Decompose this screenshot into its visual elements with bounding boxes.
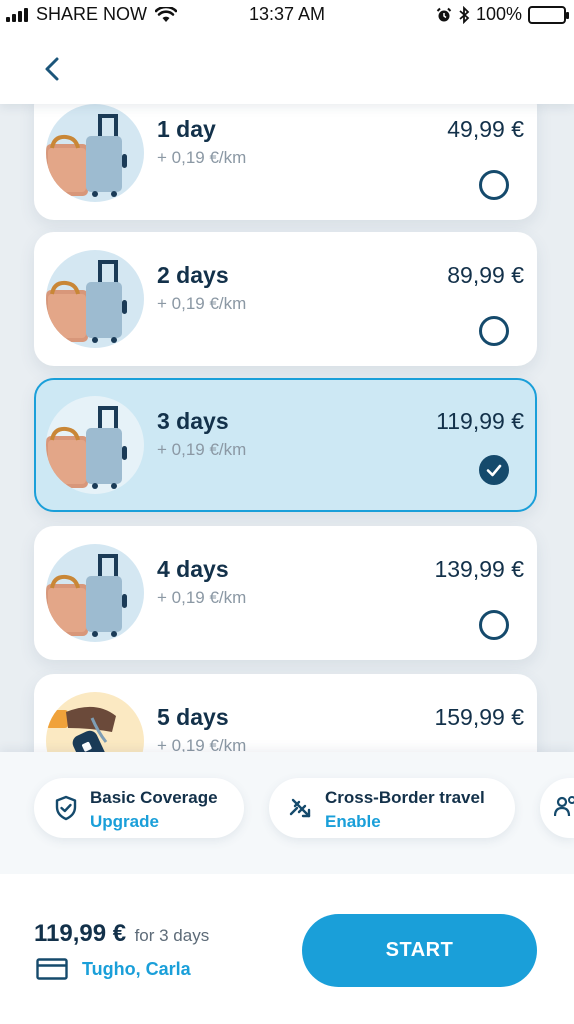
header [0,30,574,104]
package-km-rate: + 0,19 €/km [157,588,247,607]
package-km-rate: + 0,19 €/km [157,440,247,459]
payment-name: Tugho, Carla [82,958,191,979]
package-title: 4 days [157,556,229,582]
cross-border-title: Cross-Border travel [325,788,485,807]
coverage-chip[interactable]: Basic Coverage Upgrade [34,778,244,838]
package-title: 2 days [157,262,229,288]
package-radio-checked[interactable] [479,455,509,485]
package-title: 5 days [157,704,229,730]
package-card-2-days[interactable]: 2 days + 0,19 €/km 89,99 € [34,232,537,366]
cross-border-enable-link[interactable]: Enable [325,812,381,832]
luggage-icon [46,544,144,642]
package-card-5-days[interactable]: 5 days + 0,19 €/km 159,99 € [34,674,537,752]
bluetooth-icon [459,5,470,24]
package-radio[interactable] [479,170,509,200]
border-crossing-icon [289,798,311,818]
package-radio[interactable] [479,316,509,346]
package-price: 119,99 € [436,408,524,434]
options-bar: Basic Coverage Upgrade Cross-Border trav… [0,752,574,874]
status-right: 100% [436,4,569,25]
battery-percent: 100% [475,4,522,24]
package-km-rate: + 0,19 €/km [157,294,247,313]
start-button[interactable]: START [302,914,537,987]
car-key-icon [46,692,144,752]
shield-check-icon [55,795,77,821]
package-card-3-days[interactable]: 3 days + 0,19 €/km 119,99 € [34,378,537,512]
cross-border-chip[interactable]: Cross-Border travel Enable [269,778,515,838]
package-km-rate: + 0,19 €/km [157,736,247,752]
package-km-rate: + 0,19 €/km [157,148,247,167]
package-list: 1 day + 0,19 €/km 49,99 € 2 days + 0,19 … [0,104,574,752]
package-card-4-days[interactable]: 4 days + 0,19 €/km 139,99 € [34,526,537,660]
battery-icon [528,5,569,24]
people-icon [554,796,574,817]
luggage-icon [46,104,144,202]
total-period: for 3 days [134,926,210,945]
back-button[interactable] [38,54,68,84]
package-title: 1 day [157,116,216,142]
luggage-icon [46,396,144,494]
payment-profile[interactable]: Tugho, Carla [36,958,191,980]
package-title: 3 days [157,408,229,434]
package-radio[interactable] [479,610,509,640]
coverage-title: Basic Coverage [90,788,218,807]
luggage-icon [46,250,144,348]
additional-driver-chip[interactable] [540,778,574,838]
booking-footer: 119,99 € for 3 days Tugho, Carla START [0,874,574,1024]
chevron-left-icon [45,57,59,81]
total-price: 119,99 € [34,920,127,947]
package-price: 159,99 € [434,704,524,730]
alarm-icon [436,7,452,21]
package-price: 89,99 € [447,262,524,288]
checkmark-icon [486,464,502,477]
credit-card-icon [36,958,68,980]
total-summary: 119,99 € for 3 days [34,920,209,948]
package-price: 139,99 € [434,556,524,582]
coverage-upgrade-link[interactable]: Upgrade [90,812,159,832]
package-card-1-day[interactable]: 1 day + 0,19 €/km 49,99 € [34,104,537,220]
package-price: 49,99 € [447,116,524,142]
status-bar: SHARE NOW 13:37 AM 100% [0,0,574,30]
